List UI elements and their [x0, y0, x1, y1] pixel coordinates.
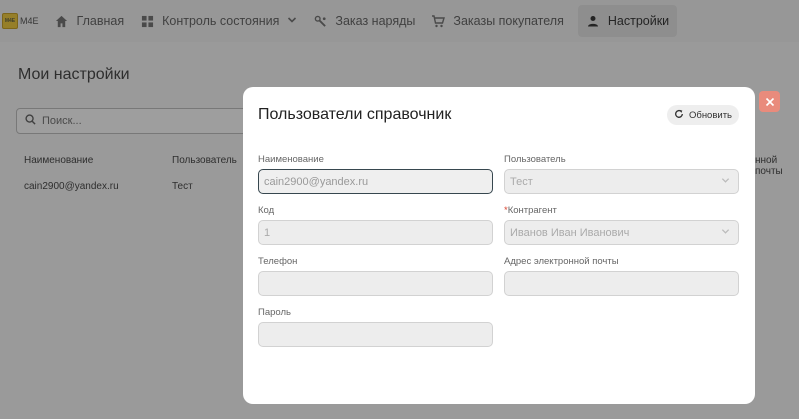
password-label: Пароль — [258, 307, 291, 318]
email-label: Адрес электронной почты — [504, 256, 619, 267]
modal-title: Пользователи справочник — [258, 106, 452, 123]
user-select[interactable]: Тест — [504, 169, 739, 194]
code-label: Код — [258, 205, 275, 216]
refresh-icon — [674, 109, 684, 122]
code-field[interactable]: 1 — [258, 220, 493, 245]
code-value: 1 — [264, 226, 271, 239]
chevron-down-icon — [721, 176, 730, 187]
refresh-button[interactable]: Обновить — [667, 105, 739, 125]
contractor-label: *Контрагент — [504, 205, 557, 216]
contractor-label-text: Контрагент — [507, 205, 557, 216]
name-field[interactable]: cain2900@yandex.ru — [258, 169, 493, 194]
name-value: cain2900@yandex.ru — [264, 175, 369, 188]
phone-field[interactable] — [258, 271, 493, 296]
user-directory-modal: Пользователи справочник Обновить Наимено… — [243, 87, 755, 404]
user-value: Тест — [510, 175, 533, 188]
email-field[interactable] — [504, 271, 739, 296]
chevron-down-icon — [721, 227, 730, 238]
user-label: Пользователь — [504, 154, 566, 165]
contractor-value: Иванов Иван Иванович — [510, 226, 630, 239]
phone-label: Телефон — [258, 256, 298, 267]
name-label: Наименование — [258, 154, 324, 165]
close-icon — [765, 97, 774, 106]
refresh-label: Обновить — [688, 109, 732, 121]
close-modal-button[interactable] — [759, 91, 780, 112]
password-field[interactable] — [258, 322, 493, 347]
contractor-select[interactable]: Иванов Иван Иванович — [504, 220, 739, 245]
